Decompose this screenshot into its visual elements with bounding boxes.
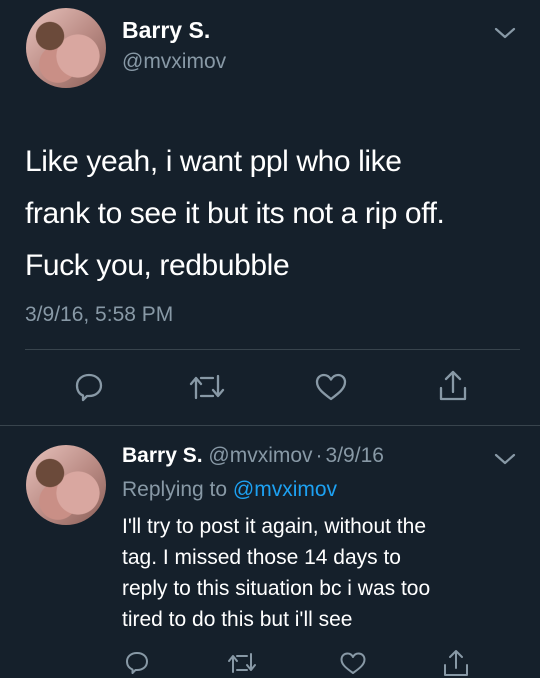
handle[interactable]: @mvximov (208, 444, 312, 467)
reply-icon[interactable] (124, 650, 150, 676)
separator-dot: · (315, 444, 323, 467)
retweet-icon[interactable] (226, 651, 258, 675)
avatar[interactable] (26, 8, 106, 88)
like-icon[interactable] (314, 372, 348, 402)
tweet-text-line: Like yeah, i want ppl who like (25, 145, 402, 178)
handle[interactable]: @mvximov (122, 50, 226, 74)
replying-to-label: Replying to (122, 478, 228, 501)
reply-text-line: reply to this situation bc i was too (122, 577, 431, 600)
tweet-text-line: frank to see it but its not a rip off. (25, 197, 445, 230)
tweet-text-line: Fuck you, redbubble (25, 249, 290, 282)
reply-text-line: I'll try to post it again, without the (122, 515, 426, 538)
retweet-icon[interactable] (188, 372, 226, 402)
tweet-separator (0, 425, 540, 426)
display-name[interactable]: Barry S. (122, 444, 203, 467)
like-icon[interactable] (339, 651, 367, 675)
reply-text: I'll try to post it again, without the t… (122, 511, 430, 635)
reply-date[interactable]: 3/9/16 (326, 444, 384, 467)
reply-text-line: tag. I missed those 14 days to (122, 546, 401, 569)
divider (25, 349, 520, 350)
timestamp[interactable]: 3/9/16, 5:58 PM (25, 303, 173, 327)
avatar[interactable] (26, 445, 106, 525)
reply-text-line: tired to do this but i'll see (122, 608, 353, 631)
tweet-text: Like yeah, i want ppl who like frank to … (25, 136, 445, 292)
reply-icon[interactable] (73, 371, 105, 403)
reply-header: Barry S. @mvximov · 3/9/16 (122, 444, 384, 468)
replying-to: Replying to @mvximov (122, 478, 337, 502)
chevron-down-icon[interactable] (494, 26, 516, 40)
replying-to-handle[interactable]: @mvximov (233, 478, 337, 501)
share-icon[interactable] (442, 648, 470, 678)
share-icon[interactable] (437, 368, 469, 404)
display-name[interactable]: Barry S. (122, 17, 210, 44)
chevron-down-icon[interactable] (494, 452, 516, 466)
